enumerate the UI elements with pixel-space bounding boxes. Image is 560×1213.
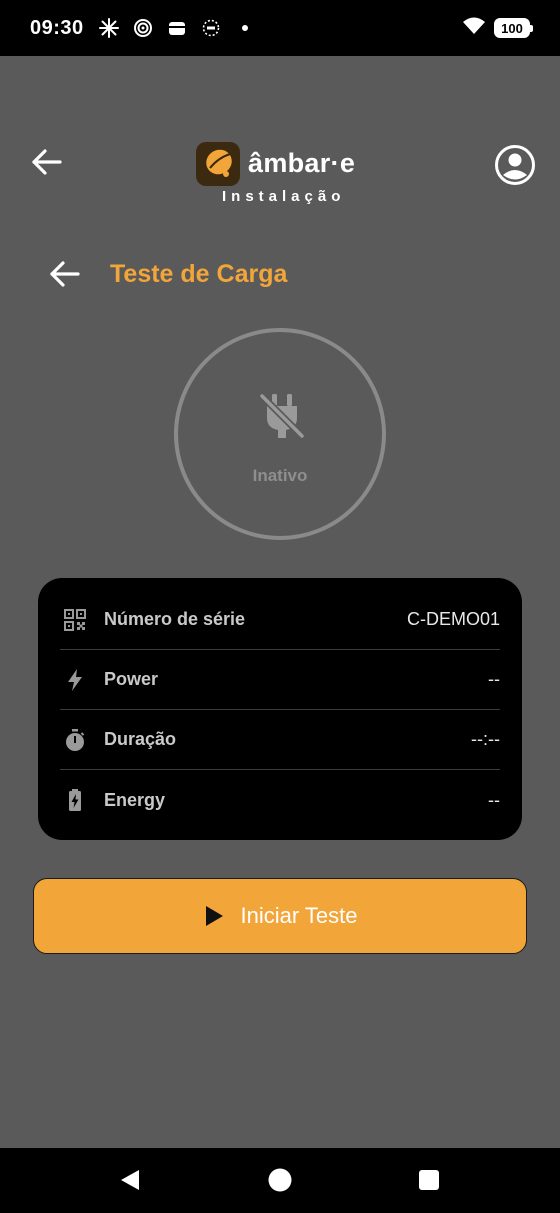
square-recents-icon: [419, 1170, 439, 1190]
start-test-label: Iniciar Teste: [240, 903, 358, 928]
wallet-icon: [166, 17, 188, 39]
app-header: âmbar·e Instalação: [0, 120, 560, 220]
amber-logo-icon: [196, 142, 240, 186]
status-bar: 09:30 100: [0, 0, 560, 56]
profile-button[interactable]: [494, 144, 536, 186]
energy-label: Energy: [104, 789, 166, 810]
header-back-button[interactable]: [26, 142, 66, 182]
notification-icons: [98, 17, 256, 39]
brand-subtitle: Instalação: [222, 188, 346, 205]
power-label: Power: [104, 669, 159, 689]
ring-icon: [200, 17, 222, 39]
duration-label: Duração: [104, 729, 177, 749]
account-circle-icon: [495, 145, 535, 185]
system-navigation-bar: [0, 1148, 560, 1213]
circle-home-icon: [268, 1168, 292, 1192]
charger-status-indicator: Inativo: [174, 328, 386, 540]
info-row-energy: Energy --: [60, 770, 500, 830]
nav-home-button[interactable]: [266, 1166, 294, 1194]
info-row-serial: Número de série C-DEMO01: [60, 590, 500, 650]
energy-value: --: [488, 789, 500, 810]
timer-icon: [62, 727, 88, 753]
battery-charging-icon: [62, 787, 88, 813]
brand-name: âmbar·e: [248, 148, 356, 178]
page-title: Teste de Carga: [110, 260, 288, 288]
charger-info-card: Número de série C-DEMO01 Power -- Duraçã…: [38, 578, 522, 840]
qr-code-icon: [62, 607, 88, 633]
app-logo: âmbar·e Instalação: [196, 142, 376, 212]
duration-value: --:--: [471, 729, 500, 749]
arrow-left-icon: [50, 261, 80, 287]
wifi-icon: [462, 16, 486, 41]
target-icon: [132, 17, 154, 39]
system-status: 100: [462, 16, 533, 41]
sparkle-icon: [98, 17, 120, 39]
info-row-duration: Duração --:--: [60, 710, 500, 770]
triangle-back-icon: [121, 1170, 139, 1190]
status-time: 09:30: [30, 16, 84, 39]
nav-recents-button[interactable]: [415, 1166, 443, 1194]
page-heading: Teste de Carga: [0, 244, 560, 304]
power-value: --: [488, 669, 500, 689]
bolt-icon: [62, 667, 88, 693]
dot-icon: [234, 17, 256, 39]
battery-level: 100: [501, 20, 523, 36]
play-icon: [203, 905, 225, 927]
plug-off-icon: [256, 390, 308, 442]
start-test-button[interactable]: Iniciar Teste: [33, 878, 527, 954]
serial-label: Número de série: [104, 609, 246, 629]
info-row-power: Power --: [60, 650, 500, 710]
arrow-left-icon: [32, 149, 62, 175]
charger-status-label: Inativo: [252, 466, 308, 485]
nav-back-button[interactable]: [116, 1166, 144, 1194]
serial-value: C-DEMO01: [406, 609, 500, 629]
battery-icon: 100: [494, 18, 533, 38]
page-back-button[interactable]: [44, 254, 84, 294]
